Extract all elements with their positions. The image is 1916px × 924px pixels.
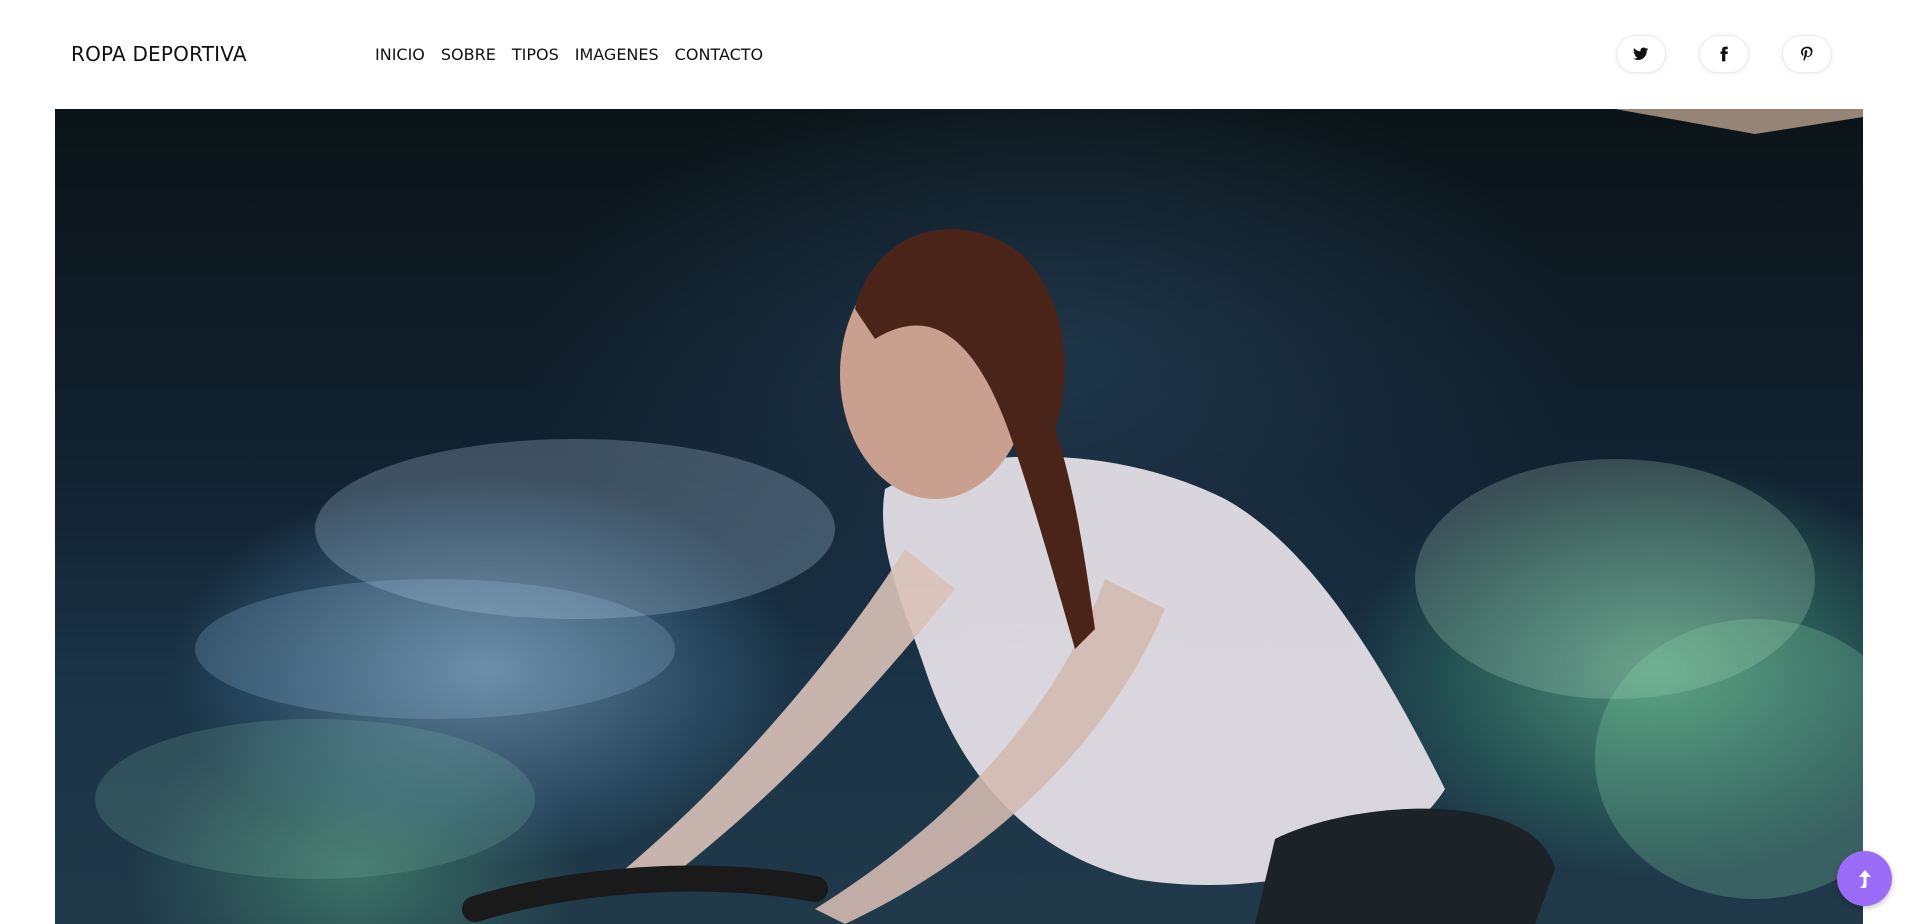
twitter-icon [1633, 47, 1649, 60]
twitter-button[interactable] [1616, 35, 1666, 73]
site-header: ROPA DEPORTIVA INICIO SOBRE TIPOS IMAGEN… [0, 0, 1916, 109]
nav-item-tipos[interactable]: TIPOS [512, 45, 559, 64]
pinterest-icon [1801, 46, 1813, 62]
nav-item-sobre[interactable]: SOBRE [441, 45, 496, 64]
smoke-wisp [95, 719, 535, 879]
nav-item-contacto[interactable]: CONTACTO [675, 45, 763, 64]
hero-image [55, 109, 1863, 924]
nav-item-imagenes[interactable]: IMAGENES [575, 45, 659, 64]
arrow-up-icon [1858, 869, 1871, 888]
facebook-icon [1720, 46, 1728, 62]
scroll-to-top-button[interactable] [1837, 851, 1892, 906]
social-links [1616, 35, 1832, 73]
ceiling-panel [1615, 109, 1863, 134]
main-nav: INICIO SOBRE TIPOS IMAGENES CONTACTO [375, 45, 763, 64]
cyclist-illustration [95, 109, 1863, 924]
brand-logo[interactable]: ROPA DEPORTIVA [71, 42, 247, 66]
facebook-button[interactable] [1699, 35, 1749, 73]
bike-handlebar [462, 865, 828, 922]
smoke-wisp [195, 579, 675, 719]
nav-item-inicio[interactable]: INICIO [375, 45, 425, 64]
pinterest-button[interactable] [1782, 35, 1832, 73]
